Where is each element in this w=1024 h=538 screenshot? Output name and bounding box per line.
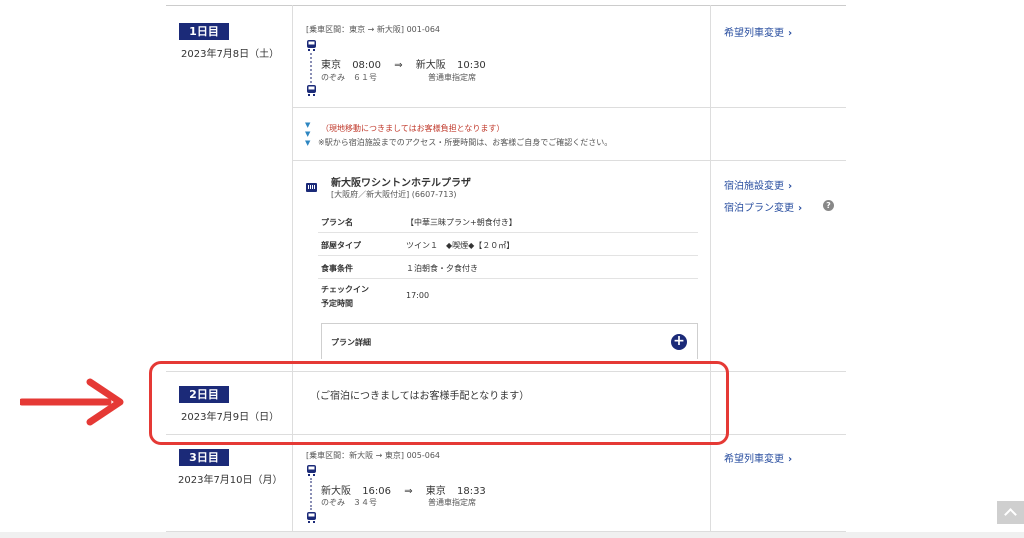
chevron-right-icon: ›	[788, 28, 793, 39]
chevron-right-icon: ›	[788, 181, 793, 192]
row-line	[318, 278, 698, 279]
hotel-icon	[306, 183, 317, 192]
checkin-label-2: 予定時間	[321, 299, 353, 308]
down-triangle-icon: ▼	[305, 139, 311, 147]
annotation-arrow-icon	[20, 378, 124, 426]
route-arrow: ⇒	[404, 486, 413, 497]
day1-seat-type: 普通車指定席	[428, 73, 476, 82]
chevron-right-icon: ›	[798, 203, 803, 214]
plus-icon[interactable]: +	[671, 334, 687, 350]
access-note: ※駅から宿泊施設までのアクセス・所要時間は、お客様ご自身でご確認ください。	[318, 138, 613, 147]
transfer-notice: （現地移動につきましてはお客様負担となります）	[321, 124, 505, 133]
day1-route: 東京 08:00 ⇒ 新大阪 10:30	[321, 56, 486, 71]
down-triangle-icon: ▼	[305, 130, 311, 138]
day1-train-name: のぞみ ６１号	[321, 73, 377, 82]
arrival-time: 10:30	[456, 60, 486, 71]
row-line	[318, 232, 698, 233]
chevron-right-icon: ›	[788, 454, 793, 465]
row-line	[318, 255, 698, 256]
train-icon	[307, 512, 316, 523]
column-divider-right	[710, 5, 711, 532]
highlight-box	[149, 361, 729, 445]
route-line	[310, 53, 313, 83]
change-plan-link[interactable]: 宿泊プラン変更 ›	[724, 199, 802, 214]
arrival-station: 東京	[425, 486, 446, 497]
arrival-time: 18:33	[456, 486, 486, 497]
route-line	[310, 478, 313, 510]
room-type-label: 部屋タイプ	[321, 241, 361, 250]
scroll-to-top-button[interactable]	[997, 501, 1024, 524]
checkin-time: 17:00	[406, 291, 430, 300]
departure-time: 16:06	[362, 486, 392, 497]
departure-station: 東京	[321, 60, 341, 71]
plan-detail-label: プラン詳細	[331, 338, 371, 347]
departure-station: 新大阪	[321, 486, 351, 497]
help-icon[interactable]: ?	[823, 200, 834, 211]
route-arrow: ⇒	[394, 60, 403, 71]
day3-seat-type: 普通車指定席	[428, 498, 476, 507]
day1-date: 2023年7月8日（土）	[181, 49, 280, 60]
column-divider-left	[292, 5, 293, 532]
table-top-border	[166, 5, 846, 6]
row-divider	[292, 107, 846, 108]
train-icon	[307, 40, 316, 51]
train-icon	[307, 85, 316, 96]
plan-name-value: 【中華三昧プラン+朝食付き】	[406, 218, 517, 227]
room-type-value: ツイン１ ◆喫煙◆【２０㎡】	[406, 241, 515, 250]
day3-train-section: [乗車区間：新大阪 → 東京] 005-064	[306, 451, 440, 460]
plan-detail-toggle[interactable]: プラン詳細 +	[321, 323, 698, 359]
hotel-name: 新大阪ワシントンホテルプラザ	[331, 178, 471, 189]
change-hotel-link[interactable]: 宿泊施設変更 ›	[724, 177, 792, 192]
day1-badge: 1日目	[179, 23, 229, 40]
day3-route: 新大阪 16:06 ⇒ 東京 18:33	[321, 482, 486, 497]
hotel-area: [大阪府／新大阪付近] (6607-713)	[331, 190, 457, 199]
checkin-label: チェックイン	[321, 285, 369, 294]
day3-train-name: のぞみ ３４号	[321, 498, 377, 507]
departure-time: 08:00	[352, 60, 382, 71]
day3-date: 2023年7月10日（月）	[178, 475, 283, 486]
meal-label: 食事条件	[321, 264, 353, 273]
day3-badge: 3日目	[179, 449, 229, 466]
down-triangle-icon: ▼	[305, 121, 311, 129]
arrival-station: 新大阪	[415, 60, 446, 71]
plan-name-label: プラン名	[321, 218, 353, 227]
train-icon	[307, 465, 316, 476]
change-train-link[interactable]: 希望列車変更 ›	[724, 24, 792, 39]
day1-train-section: [乗車区間：東京 → 新大阪] 001-064	[306, 25, 440, 34]
row-divider	[292, 160, 846, 161]
bottom-bar	[0, 532, 1024, 538]
meal-value: １泊朝食・夕食付き	[406, 264, 478, 273]
change-train-link[interactable]: 希望列車変更 ›	[724, 450, 792, 465]
